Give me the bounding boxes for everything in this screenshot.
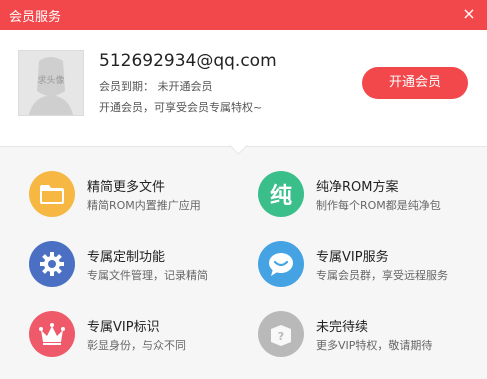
feature-item-custom[interactable]: 专属定制功能 专属文件管理，记录精简 xyxy=(29,241,249,291)
feature-item-folder[interactable]: 精简更多文件 精简ROM内置推广应用 xyxy=(29,171,249,221)
open-membership-button[interactable]: 开通会员 xyxy=(362,67,468,99)
mystery-glyph: ? xyxy=(278,330,284,343)
feature-title: 专属VIP服务 xyxy=(316,250,389,265)
avatar-placeholder-icon: 求头像 xyxy=(19,51,83,115)
chat-icon xyxy=(258,241,304,287)
crown-icon xyxy=(29,311,75,357)
avatar-text: 求头像 xyxy=(37,74,64,86)
feature-title: 专属VIP标识 xyxy=(87,320,160,335)
feature-item-vip-service[interactable]: 专属VIP服务 专属会员群，享受远程服务 xyxy=(258,241,478,291)
feature-title: 纯净ROM方案 xyxy=(316,180,399,195)
feature-item-coming-soon[interactable]: ? 未完待续 更多VIP特权，敬请期待 xyxy=(258,311,478,361)
title-bar: 会员服务 × xyxy=(0,0,487,30)
gear-icon xyxy=(29,241,75,287)
profile-section: 求头像 512692934@qq.com 会员到期： 未开通会员 开通会员，可享… xyxy=(0,30,487,146)
mystery-box-icon: ? xyxy=(258,311,304,357)
feature-desc: 彰显身份，与众不同 xyxy=(87,339,186,352)
membership-expiry: 会员到期： 未开通会员 xyxy=(99,80,213,93)
feature-desc: 精简ROM内置推广应用 xyxy=(87,199,201,212)
feature-item-pure[interactable]: 纯 纯净ROM方案 制作每个ROM都是纯净包 xyxy=(258,171,478,221)
close-icon[interactable]: × xyxy=(459,4,479,24)
pure-icon: 纯 xyxy=(258,171,304,217)
avatar[interactable]: 求头像 xyxy=(18,50,84,116)
feature-title: 专属定制功能 xyxy=(87,250,166,265)
feature-title: 精简更多文件 xyxy=(87,180,166,195)
feature-desc: 制作每个ROM都是纯净包 xyxy=(316,199,441,212)
window-title: 会员服务 xyxy=(9,10,62,25)
features-panel: 精简更多文件 精简ROM内置推广应用 纯 纯净ROM方案 制作每个ROM都是纯净… xyxy=(0,146,487,379)
feature-desc: 更多VIP特权，敬请期待 xyxy=(316,339,433,352)
feature-item-vip-badge[interactable]: 专属VIP标识 彰显身份，与众不同 xyxy=(29,311,249,361)
folder-icon xyxy=(29,171,75,217)
feature-desc: 专属会员群，享受远程服务 xyxy=(316,269,448,282)
user-email: 512692934@qq.com xyxy=(99,51,277,71)
feature-desc: 专属文件管理，记录精简 xyxy=(87,269,208,282)
membership-promo: 开通会员，可享受会员专属特权~ xyxy=(99,101,263,114)
feature-title: 未完待续 xyxy=(316,320,369,335)
